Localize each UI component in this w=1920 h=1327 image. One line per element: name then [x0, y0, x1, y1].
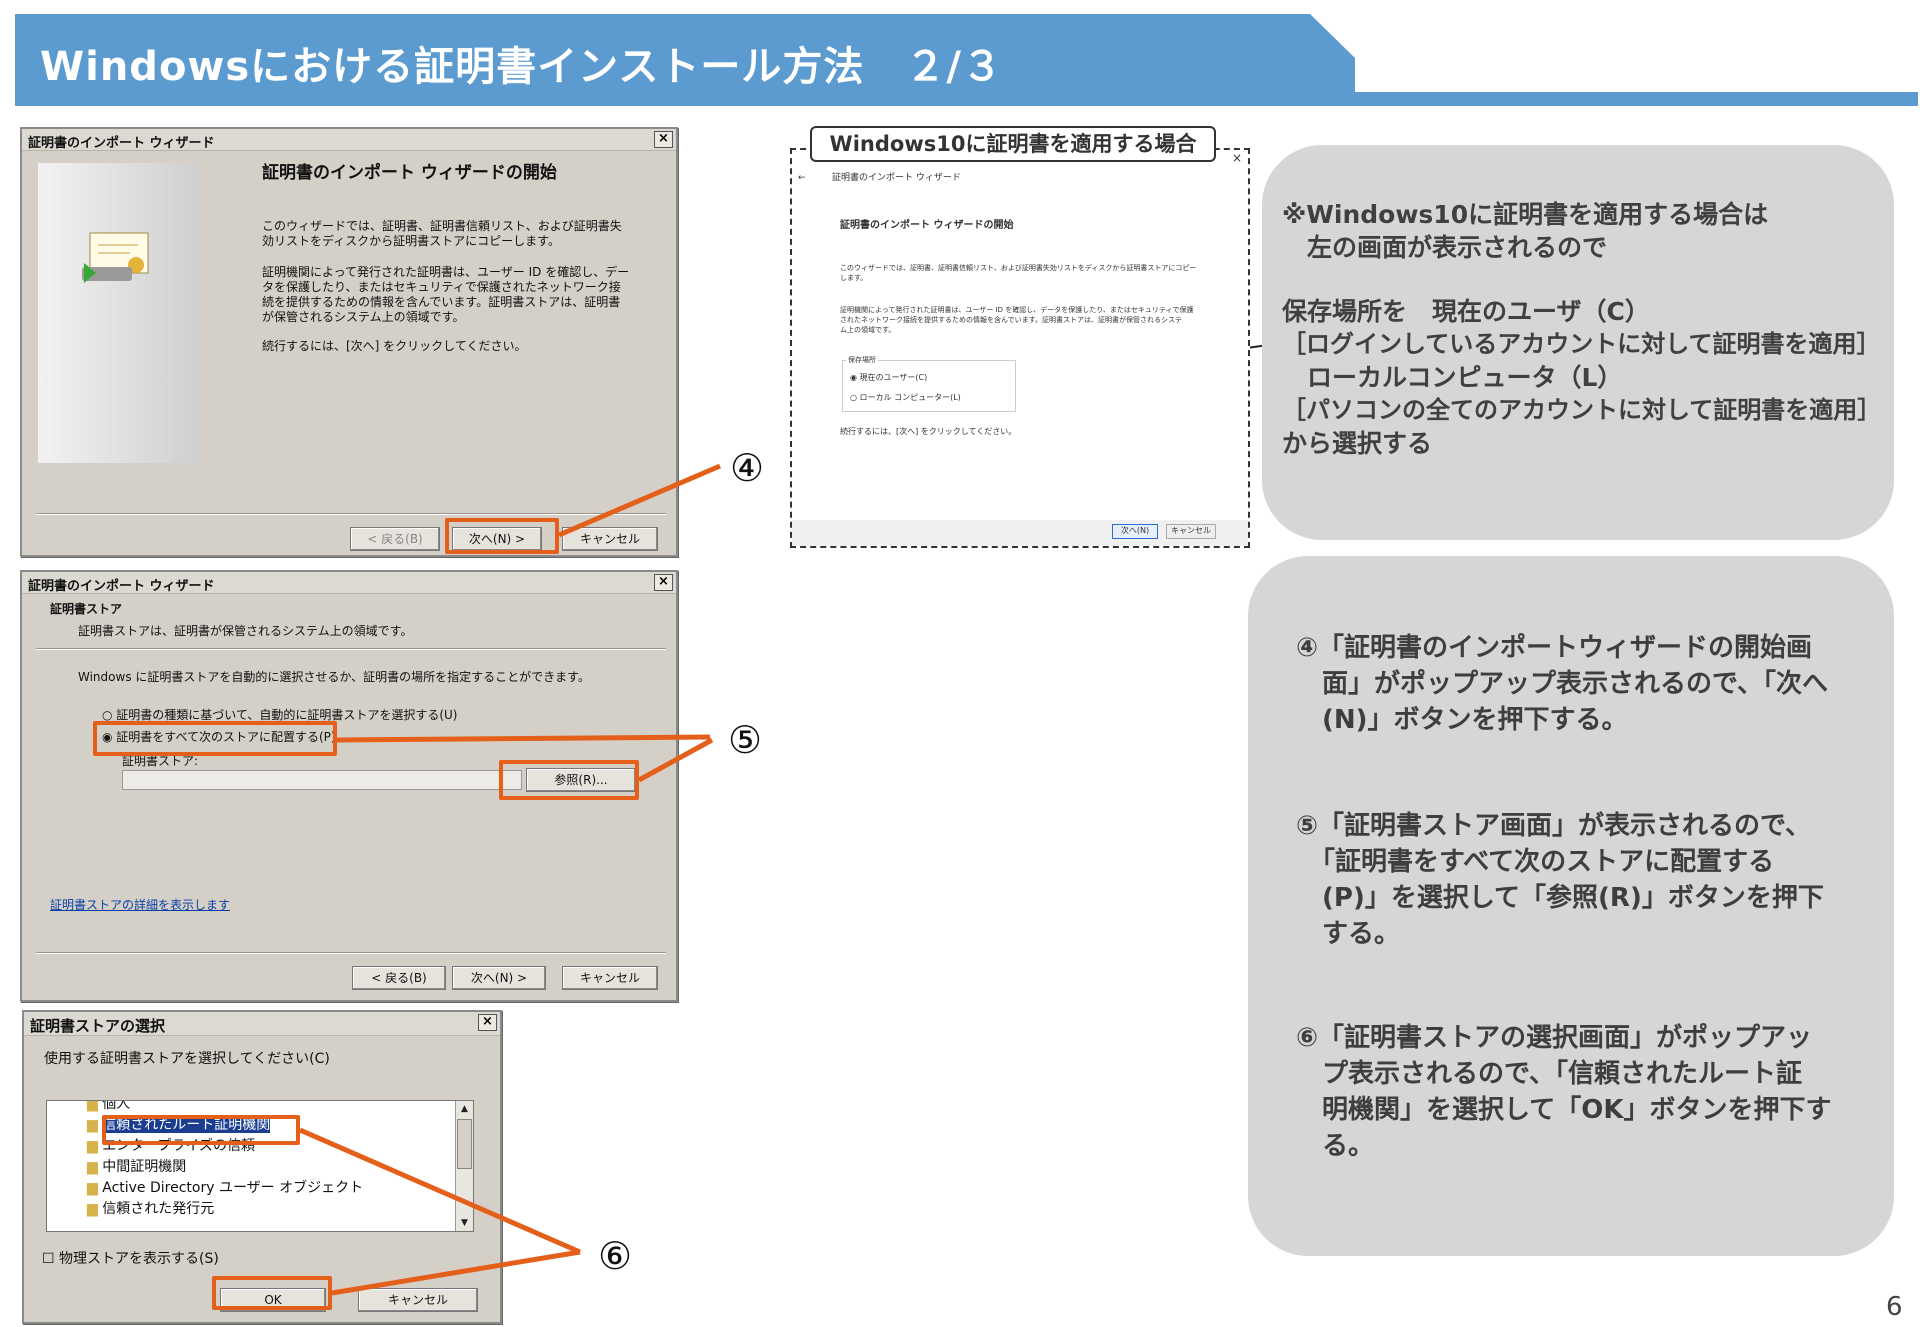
wizard-title: 証明書のインポート ウィザード — [832, 173, 961, 183]
continue-text: 続行するには、[次へ] をクリックしてください。 — [840, 427, 1017, 436]
note-line-1: ※Windows10に証明書を適用する場合は — [1282, 200, 1769, 229]
marker-6: ⑥ — [598, 1234, 633, 1278]
note-line-3: 保存場所を 現在のユーザ（C） — [1282, 297, 1650, 326]
note-line-7: から選択する — [1282, 429, 1433, 458]
step-6-line: プ表示されるので、「信頼されたルート証 — [1296, 1059, 1802, 1089]
wizard-para-2b: されたネットワーク接続を提供するための情報を含んでいます。証明書ストアは、証明書… — [840, 316, 1182, 324]
win10-case-label: Windows10に証明書を適用する場合 — [810, 126, 1216, 162]
step-6-line: る。 — [1296, 1131, 1375, 1161]
step-5-line: 「証明書をすべて次のストアに配置する — [1296, 847, 1775, 877]
radio-current-user[interactable]: ◉ 現在のユーザー(C) — [850, 372, 927, 384]
step-4-line: ④「証明書のインポートウィザードの開始画 — [1296, 633, 1813, 663]
wizard-para-2a: 証明機関によって発行された証明書は、ユーザー ID を確認し、データを保護したり… — [840, 306, 1194, 314]
cancel-button[interactable]: キャンセル — [1166, 524, 1216, 539]
wizard-para-2c: ム上の領域です。 — [840, 326, 896, 334]
marker-4: ④ — [730, 446, 765, 490]
step-4-line: 面」がポップアップ表示されるので、「次へ — [1296, 669, 1828, 699]
back-arrow-icon[interactable]: ← — [798, 172, 806, 184]
radio-local-machine[interactable]: ○ ローカル コンピューター(L) — [850, 392, 961, 404]
note-line-5: ローカルコンピュータ（L） — [1282, 363, 1623, 392]
step-5-line: する。 — [1296, 919, 1401, 949]
win10-wizard-frame: × ← 証明書のインポート ウィザード 証明書のインポート ウィザードの開始 こ… — [790, 148, 1250, 548]
wizard-para-1a: このウィザードでは、証明書、証明書信頼リスト、および証明書失効リストをディスクか… — [840, 264, 1197, 272]
note-line-6: ［パソコンの全てのアカウントに対して証明書を適用］ — [1282, 396, 1882, 424]
store-location-group — [842, 360, 1016, 412]
wizard-para-1b: します。 — [840, 274, 868, 282]
close-icon[interactable]: × — [1232, 152, 1242, 164]
step-5-line: (P)」を選択して「参照(R)」ボタンを押下 — [1296, 883, 1824, 913]
radio-current-user-label: 現在のユーザー(C) — [859, 373, 928, 382]
note-line-2: 左の画面が表示されるので — [1282, 233, 1608, 262]
step-6-line: 明機関」を選択して「OK」ボタンを押下す — [1296, 1095, 1832, 1125]
marker-5: ⑤ — [728, 718, 763, 762]
wizard-heading: 証明書のインポート ウィザードの開始 — [840, 220, 1014, 231]
note-line-4: ［ログインしているアカウントに対して証明書を適用］ — [1282, 330, 1881, 358]
next-button[interactable]: 次へ(N) — [1112, 524, 1158, 539]
store-location-label: 保存場所 — [846, 354, 878, 366]
radio-local-machine-label: ローカル コンピューター(L) — [859, 393, 961, 402]
step-6-line: ⑥「証明書ストアの選択画面」がポップアッ — [1296, 1023, 1813, 1053]
step-4-line: (N)」ボタンを押下する。 — [1296, 705, 1628, 735]
step-5-line: ⑤「証明書ストア画面」が表示されるので、 — [1296, 811, 1811, 841]
page-number: 6 — [1886, 1292, 1903, 1322]
